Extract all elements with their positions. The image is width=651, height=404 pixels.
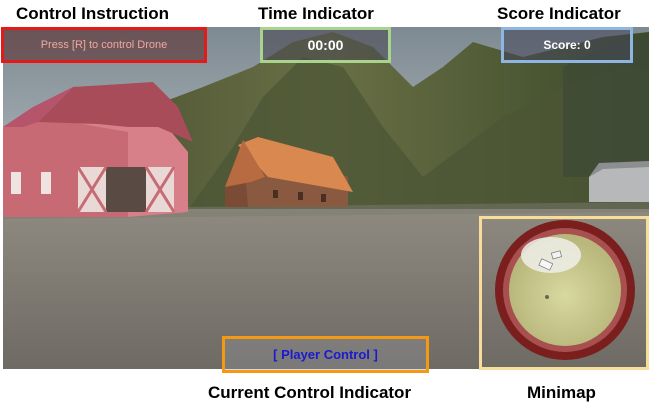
control-instruction-panel: Press [R] to control Drone [1, 27, 207, 63]
score-indicator-panel: Score: 0 [501, 27, 633, 63]
score-indicator-label: Score Indicator [497, 4, 621, 23]
score-text: Score: 0 [543, 38, 591, 52]
current-control-text: [ Player Control ] [273, 347, 378, 362]
grey-house [589, 161, 649, 202]
time-text: 00:00 [307, 37, 344, 53]
minimap-label: Minimap [527, 383, 596, 402]
control-instruction-text: Press [R] to control Drone [40, 39, 168, 51]
current-control-indicator-label: Current Control Indicator [208, 383, 412, 402]
control-instruction-label: Control Instruction [16, 4, 169, 23]
time-indicator-panel: 00:00 [260, 27, 391, 63]
current-control-panel: [ Player Control ] [222, 336, 429, 373]
minimap-panel[interactable] [479, 216, 649, 370]
time-indicator-label: Time Indicator [258, 4, 374, 23]
